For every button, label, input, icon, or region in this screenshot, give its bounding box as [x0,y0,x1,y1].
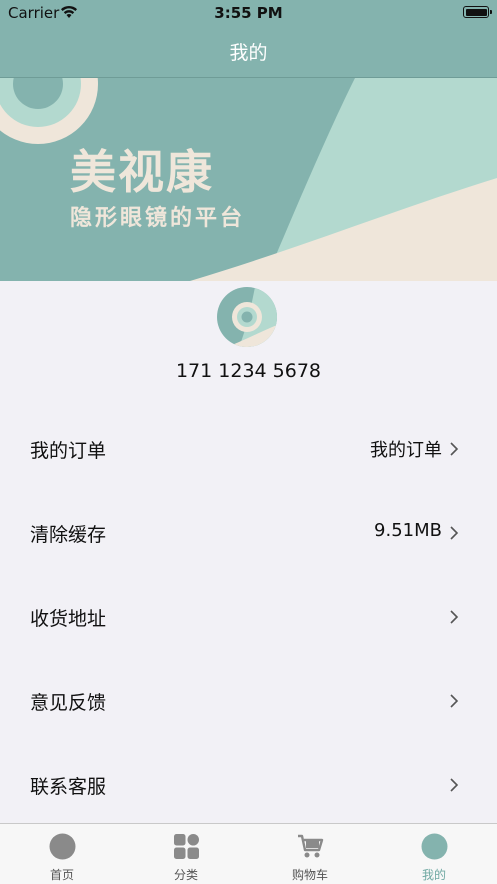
navigation-bar: 我的 [0,26,497,78]
tab-profile[interactable]: 我的 [372,824,496,884]
tab-home[interactable]: 首页 [0,824,124,884]
chevron-right-icon [450,526,459,540]
chevron-right-icon [450,694,459,708]
tab-label: 我的 [421,868,446,882]
menu-item-orders[interactable]: 我的订单 我的订单 [0,407,497,491]
battery-icon [463,6,492,18]
status-time: 3:55 PM [214,4,283,22]
menu-item-label: 清除缓存 [30,524,107,546]
menu-item-shipping-address[interactable]: 收货地址 [0,575,497,659]
menu-item-label: 收货地址 [30,608,107,630]
chevron-right-icon [450,442,459,456]
tab-label: 分类 [173,868,198,882]
status-bar: Carrier 3:55 PM [0,0,497,26]
menu-item-label: 我的订单 [30,440,107,462]
menu-item-clear-cache[interactable]: 清除缓存 9.51MB [0,491,497,575]
cache-size-value: 9.51MB [374,520,442,541]
home-icon [49,833,76,860]
tab-bar: 首页 分类 购物车 我的 [0,823,497,884]
banner: 美视康 隐形眼镜的平台 [0,78,497,281]
profile-icon [421,833,448,860]
menu-item-feedback[interactable]: 意见反馈 [0,659,497,743]
tab-label: 购物车 [291,868,328,882]
menu-item-label: 联系客服 [30,776,107,798]
tab-cart[interactable]: 购物车 [248,824,372,884]
banner-subtitle: 隐形眼镜的平台 [70,206,246,231]
menu-item-value: 我的订单 [370,440,442,461]
chevron-right-icon [450,610,459,624]
avatar[interactable] [217,287,277,347]
menu-item-label: 意见反馈 [30,692,107,714]
shopping-cart-icon [298,834,324,858]
banner-title: 美视康 [70,145,214,199]
menu-item-customer-service[interactable]: 联系客服 [0,743,497,827]
page-title: 我的 [229,42,268,64]
user-phone: 171 1234 5678 [175,360,322,382]
tab-label: 首页 [49,868,74,882]
settings-menu: 我的订单 我的订单 清除缓存 9.51MB 收货地址 意见反馈 联系客服 [0,407,497,827]
chevron-right-icon [450,778,459,792]
category-grid-icon [174,834,199,859]
tab-category[interactable]: 分类 [124,824,248,884]
